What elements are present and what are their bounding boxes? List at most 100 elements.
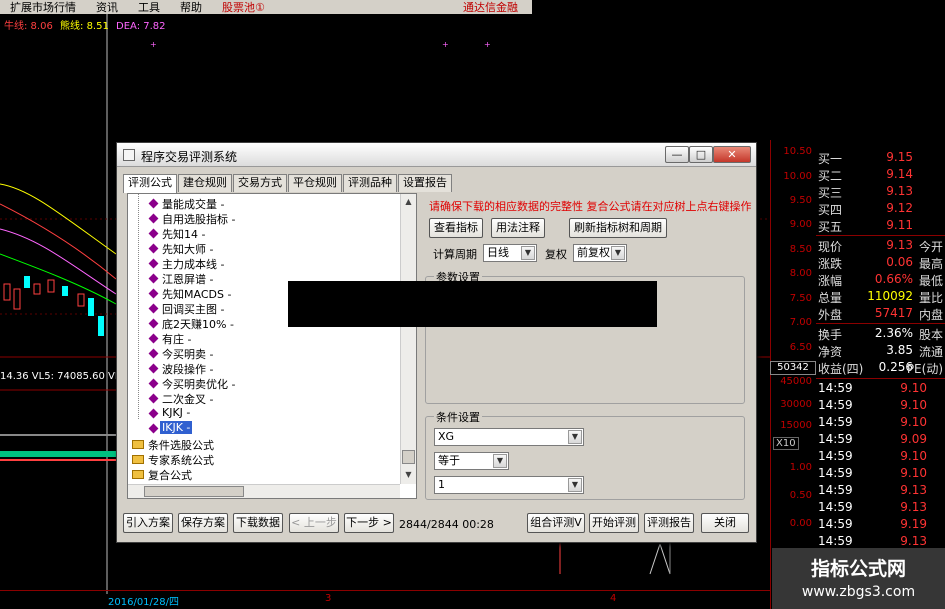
stat-value: 57417 — [874, 306, 913, 320]
tree-folder-label: 条件选股公式 — [148, 439, 214, 452]
chevron-down-icon[interactable]: ▼ — [521, 246, 535, 260]
dialog-titlebar[interactable]: 程序交易评测系统 — □ ✕ — [117, 143, 756, 167]
tree-folder-label: 专家系统公式 — [148, 454, 214, 467]
refresh-tree-button[interactable]: 刷新指标树和周期 — [569, 218, 667, 238]
trade-price: 9.13 — [900, 483, 927, 497]
trade-row: 14:59 9.09 — [816, 432, 945, 448]
formula-icon — [148, 318, 159, 329]
scroll-thumb[interactable] — [144, 486, 244, 497]
bid-price: 9.11 — [886, 218, 913, 232]
chevron-down-icon[interactable]: ▼ — [568, 430, 582, 444]
scroll-down-icon[interactable]: ▼ — [402, 468, 415, 482]
menu-tools[interactable]: 工具 — [138, 0, 160, 15]
price-axis-label: 9.50 — [789, 195, 812, 206]
trade-time: 14:59 — [818, 381, 853, 395]
tree-item-label: 江恩屏谱 - — [162, 273, 214, 286]
price-axis-label: 9.00 — [789, 219, 812, 230]
menu-stock-pool[interactable]: 股票池① — [222, 0, 265, 15]
tree-horizontal-scrollbar[interactable] — [128, 484, 400, 498]
chevron-down-icon[interactable]: ▼ — [493, 454, 507, 468]
broker-title: 通达信金融 — [463, 1, 518, 14]
tab-trade-mode[interactable]: 交易方式 — [233, 174, 287, 192]
vol-axis-label: 15000 — [780, 420, 812, 431]
close-dialog-button[interactable]: 关闭 — [701, 513, 749, 533]
maximize-button[interactable]: □ — [689, 146, 713, 163]
bid-price: 9.14 — [886, 167, 913, 181]
stat-value: 9.13 — [886, 238, 913, 252]
trade-price: 9.10 — [900, 449, 927, 463]
tree-vertical-scrollbar[interactable]: ▲ ▼ — [400, 194, 416, 484]
progress-status: 2844/2844 00:28 — [399, 518, 494, 531]
date-label: 2016/01/28/四 — [108, 597, 180, 608]
period-select[interactable]: 日线 ▼ — [483, 244, 537, 262]
formula-icon — [148, 243, 159, 254]
vol-axis-label: 45000 — [780, 376, 812, 387]
indicator-readout: 牛线: 8.06 熊线: 8.51 DEA: 7.82 — [4, 17, 166, 32]
import-plan-button[interactable]: 引入方案 — [123, 513, 173, 533]
date-tick-4: 4 — [610, 593, 617, 604]
minimize-button[interactable]: — — [665, 146, 689, 163]
trade-price: 9.13 — [900, 534, 927, 548]
chevron-down-icon[interactable]: ▼ — [611, 246, 625, 260]
trade-price: 9.10 — [900, 466, 927, 480]
stat-extra: 流通 — [918, 345, 943, 359]
trade-price: 9.19 — [900, 517, 927, 531]
redaction-bar — [288, 281, 657, 327]
menu-help[interactable]: 帮助 — [180, 0, 202, 15]
trade-row: 14:59 9.10 — [816, 466, 945, 482]
bid-label: 买四 — [818, 203, 843, 217]
formula-icon — [148, 258, 159, 269]
test-report-button[interactable]: 评测报告 — [644, 513, 694, 533]
formula-icon — [148, 228, 159, 239]
condition-operator-select[interactable]: 等于 ▼ — [434, 452, 509, 470]
window-close-button[interactable]: ✕ — [713, 146, 751, 163]
adjust-label: 复权 — [545, 248, 567, 261]
stat-extra: 量比 — [918, 291, 943, 305]
trade-time: 14:59 — [818, 500, 853, 514]
scroll-thumb[interactable] — [402, 450, 415, 464]
usage-notes-button[interactable]: 用法注释 — [491, 218, 545, 238]
price-axis-label: 6.50 — [789, 342, 812, 353]
menu-market[interactable]: 扩展市场行情 — [10, 0, 76, 15]
condition-variable-value: XG — [438, 430, 455, 443]
trade-time: 14:59 — [818, 398, 853, 412]
tab-exit-rules[interactable]: 平仓规则 — [288, 174, 342, 192]
svg-text:+: + — [442, 40, 449, 49]
condition-value-select[interactable]: 1 ▼ — [434, 476, 584, 494]
date-tick-3: 3 — [325, 593, 332, 604]
condition-variable-select[interactable]: XG ▼ — [434, 428, 584, 446]
tab-report-settings[interactable]: 设置报告 — [398, 174, 452, 192]
price-axis-label: 7.00 — [789, 317, 812, 328]
tab-entry-rules[interactable]: 建仓规则 — [178, 174, 232, 192]
adjust-select[interactable]: 前复权 ▼ — [573, 244, 627, 262]
combo-test-button[interactable]: 组合评测V — [527, 513, 585, 533]
svg-text:+: + — [484, 40, 491, 49]
tree-item-label: 今买明卖 - — [162, 348, 214, 361]
download-data-button[interactable]: 下载数据 — [233, 513, 283, 533]
menu-news[interactable]: 资讯 — [96, 0, 118, 15]
dialog-title: 程序交易评测系统 — [141, 150, 238, 164]
bid-label: 买二 — [818, 169, 843, 183]
chevron-down-icon[interactable]: ▼ — [568, 478, 582, 492]
scroll-up-icon[interactable]: ▲ — [402, 195, 415, 209]
prev-step-button[interactable]: < 上一步 — [289, 513, 339, 533]
volume-value-box: 50342 — [770, 361, 816, 375]
indicator-signal: 熊线: 8.51 — [60, 21, 109, 32]
folder-icon — [132, 440, 144, 449]
bid-price: 9.12 — [886, 201, 913, 215]
start-test-button[interactable]: 开始评测 — [589, 513, 639, 533]
price-axis-label: 7.50 — [789, 293, 812, 304]
formula-tree[interactable]: 量能成交量 - 自用选股指标 - 先知14 - 先知大师 - 主力成本线 - 江… — [127, 193, 417, 499]
tab-test-symbols[interactable]: 评测品种 — [343, 174, 397, 192]
stat-row: 现价 9.13 今开 — [816, 238, 945, 254]
next-step-button[interactable]: 下一步 > — [344, 513, 394, 533]
trade-row: 14:59 9.13 — [816, 483, 945, 499]
formula-icon — [148, 408, 159, 419]
view-indicator-button[interactable]: 查看指标 — [429, 218, 483, 238]
app-icon — [123, 149, 135, 161]
volume-indicator-label: 14.36 VL5: 74085.60 VL — [0, 371, 121, 382]
save-plan-button[interactable]: 保存方案 — [178, 513, 228, 533]
formula-icon — [148, 393, 159, 404]
tab-test-formula[interactable]: 评测公式 — [123, 174, 177, 193]
svg-text:+: + — [150, 40, 157, 49]
